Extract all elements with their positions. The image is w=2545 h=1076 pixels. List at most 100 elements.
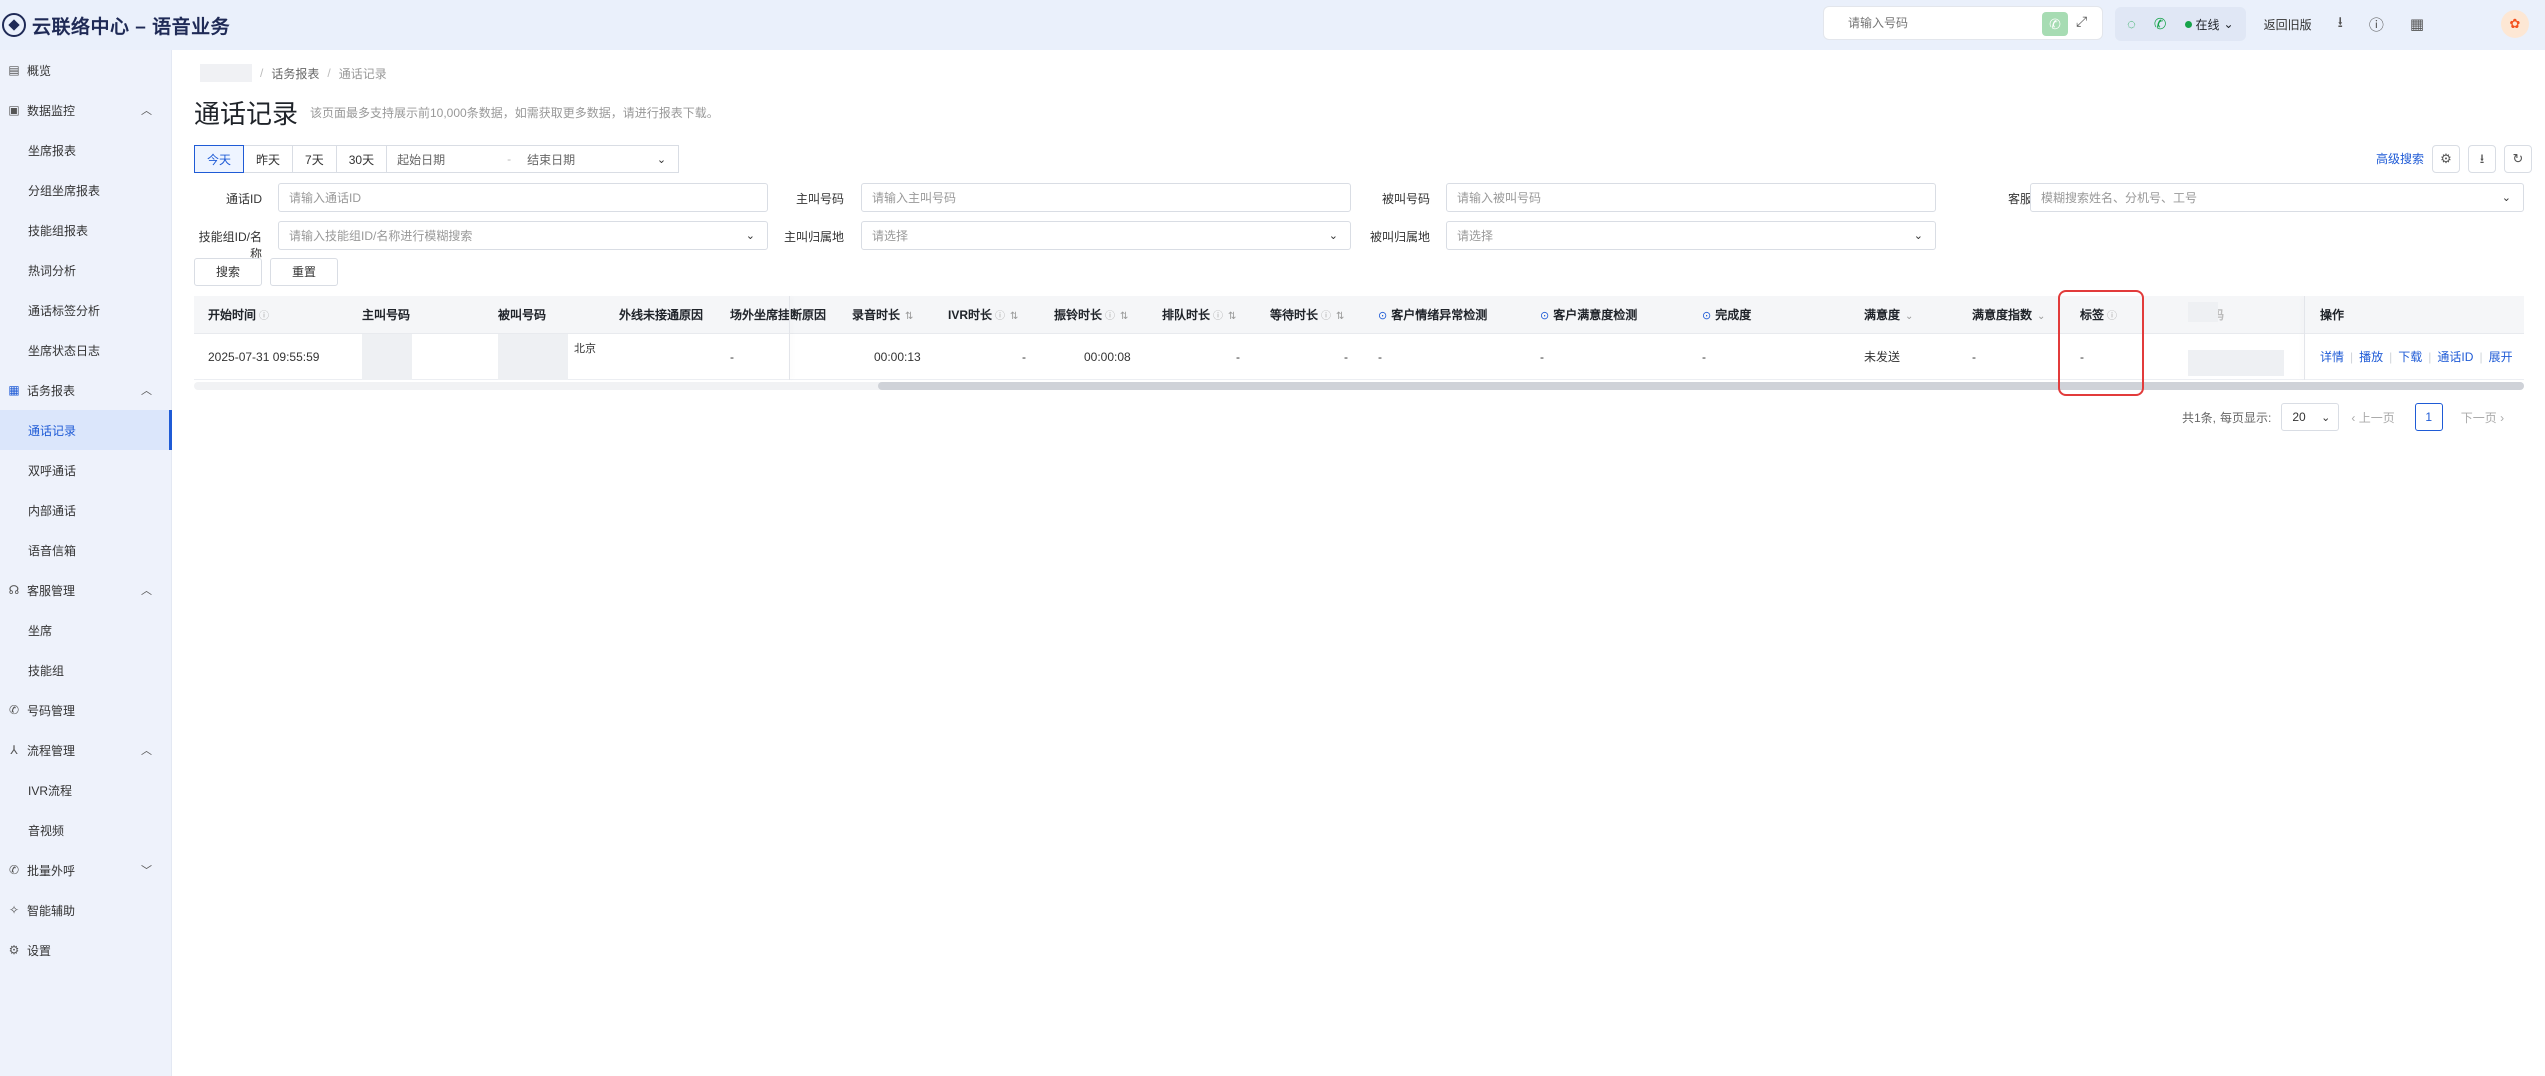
date-end-placeholder: 结束日期: [527, 152, 576, 167]
prev-page-button[interactable]: ‹ 上一页: [2351, 409, 2394, 426]
op-detail-link[interactable]: 详情: [2320, 350, 2344, 364]
callee-region-select[interactable]: 请选择 ⌄: [1446, 221, 1936, 250]
sidebar-item-ai-assist[interactable]: ✧ 智能辅助: [0, 890, 172, 930]
chevron-up-icon: ︿: [141, 585, 152, 597]
cell-record-dur: 00:00:13: [874, 350, 921, 364]
callee-label: 被叫号码: [1381, 192, 1430, 206]
refresh-icon[interactable]: ↻: [2504, 145, 2532, 173]
sidebar-item-number-mgmt[interactable]: ✆ 号码管理: [0, 690, 172, 730]
op-call-id-link[interactable]: 通话ID: [2437, 350, 2473, 364]
date-range-picker[interactable]: 起始日期 - 结束日期 ⌄: [387, 145, 680, 173]
sidebar-item-settings[interactable]: ⚙ 设置: [0, 930, 172, 970]
apps-grid-icon[interactable]: ▦: [2410, 15, 2424, 33]
tag-column-highlight: [2058, 290, 2144, 396]
chevron-down-icon: ⌄: [2501, 192, 2511, 204]
download-icon[interactable]: ⭳: [2468, 145, 2496, 173]
col-ring-dur[interactable]: 振铃时长 ⓘ ⇅: [1054, 296, 1128, 334]
help-icon[interactable]: ⓘ: [2369, 14, 2384, 35]
callee-region-label: 被叫归属地: [1369, 230, 1430, 244]
col-satisfaction[interactable]: 满意度 ⌄: [1864, 296, 1913, 334]
page-size-select[interactable]: 20 ⌄: [2281, 403, 2340, 431]
sidebar-item-tag-analysis[interactable]: 通话标签分析: [0, 290, 172, 330]
sidebar-item-group-agent-report[interactable]: 分组坐席报表: [0, 170, 172, 210]
skill-group-select[interactable]: 请输入技能组ID/名称进行模糊搜索 ⌄: [278, 221, 768, 250]
sidebar-item-label: 通话记录: [28, 423, 77, 438]
sidebar-item-agents[interactable]: 坐席: [0, 610, 172, 650]
sidebar-item-skill-report[interactable]: 技能组报表: [0, 210, 172, 250]
cell-wait-dur: -: [1344, 350, 1348, 364]
settings-icon[interactable]: ⚙: [2432, 145, 2460, 173]
cell-queue-dur: -: [1236, 350, 1240, 364]
cell-ring-dur: 00:00:08: [1084, 350, 1131, 364]
download-icon[interactable]: ⭳: [2338, 12, 2343, 37]
online-status-dropdown[interactable]: 在线 ⌄: [2184, 16, 2234, 33]
chevron-down-icon: ⌄: [745, 230, 755, 242]
table-row[interactable]: 2025-07-31 09:55:59 北京 - 00:00:13 - 00:0…: [194, 334, 2524, 380]
advanced-search-link[interactable]: 高级搜索: [2376, 150, 2424, 167]
sidebar-item-agent-log[interactable]: 坐席状态日志: [0, 330, 172, 370]
headset-icon: ☊: [8, 583, 20, 597]
old-version-link[interactable]: 返回旧版: [2264, 16, 2312, 33]
col-queue-dur[interactable]: 排队时长 ⓘ ⇅: [1162, 296, 1236, 334]
current-page[interactable]: 1: [2414, 403, 2443, 431]
quick-date-30d[interactable]: 30天: [336, 145, 388, 173]
quick-date-yesterday[interactable]: 昨天: [244, 145, 294, 173]
col-ivr-dur[interactable]: IVR时长 ⓘ ⇅: [948, 296, 1018, 334]
col-sat-index[interactable]: 满意度指数 ⌄: [1972, 296, 2045, 334]
chevron-up-icon: ︿: [141, 105, 152, 117]
sidebar-item-label: 音视频: [28, 823, 65, 838]
op-expand-link[interactable]: 展开: [2489, 350, 2513, 364]
sidebar-item-call-report[interactable]: ▦ 话务报表 ︿: [0, 370, 172, 410]
sidebar-item-call-records[interactable]: 通话记录: [0, 410, 172, 450]
col-start-time[interactable]: 开始时间 ⓘ: [208, 296, 269, 334]
help-icon: ⓘ: [1105, 311, 1116, 322]
avatar[interactable]: ✿: [2501, 10, 2529, 38]
caller-region-select[interactable]: 请选择 ⌄: [861, 221, 1351, 250]
cell-emotion: -: [1378, 350, 1382, 364]
expand-icon[interactable]: ⤢: [2076, 13, 2087, 30]
col-record-dur[interactable]: 录音时长 ⇅: [852, 296, 913, 334]
online-status-label: 在线: [2195, 17, 2220, 32]
sidebar-item-bulk-outbound[interactable]: ✆ 批量外呼 ﹀: [0, 850, 172, 890]
caller-input[interactable]: 请输入主叫号码: [861, 183, 1351, 212]
quick-date-7d[interactable]: 7天: [293, 145, 337, 173]
sidebar-item-dual-call[interactable]: 双呼通话: [0, 450, 172, 490]
op-download-link[interactable]: 下载: [2398, 350, 2422, 364]
scrollbar-thumb[interactable]: [878, 382, 2524, 390]
help-icon: ⓘ: [259, 311, 270, 322]
pagination-total: 共1条,: [2182, 410, 2217, 425]
sidebar-item-internal-call[interactable]: 内部通话: [0, 490, 172, 530]
call-records-table: 开始时间ⓘ 主叫号码 被叫号码 场外线未接通原因 场外坐席挂断原因 录音时长⇅ …: [194, 296, 2524, 390]
breadcrumb-redacted: [200, 64, 252, 82]
sidebar-item-ivr-flow[interactable]: IVR流程: [0, 770, 172, 810]
sort-icon: ⇅: [1336, 311, 1345, 322]
call-id-input[interactable]: 请输入通话ID: [278, 183, 768, 212]
sidebar-item-data-monitor[interactable]: ▣ 数据监控 ︿: [0, 90, 172, 130]
agent-select[interactable]: 模糊搜索姓名、分机号、工号 ⌄: [2030, 183, 2524, 212]
horizontal-scrollbar[interactable]: [194, 382, 2524, 390]
sidebar-item-av[interactable]: 音视频: [0, 810, 172, 850]
search-button[interactable]: 搜索: [194, 258, 262, 286]
sidebar-item-overview[interactable]: ▤ 概览: [0, 50, 172, 90]
chat-icon[interactable]: ◌: [2127, 16, 2136, 33]
chevron-down-icon: ⌄: [2223, 17, 2234, 31]
main-content: / 话务报表 / 通话记录 通话记录 该页面最多支持展示前10,000条数据，如…: [172, 50, 2545, 1076]
sidebar-item-voicemail[interactable]: 语音信箱: [0, 530, 172, 570]
quick-date-today[interactable]: 今天: [194, 145, 245, 173]
phone-outline-icon[interactable]: ✆: [2154, 15, 2167, 33]
sidebar-item-hotword[interactable]: 热词分析: [0, 250, 172, 290]
col-wait-dur[interactable]: 等待时长 ⓘ ⇅: [1270, 296, 1344, 334]
reset-button[interactable]: 重置: [270, 258, 338, 286]
call-button[interactable]: ✆: [2042, 12, 2068, 36]
sidebar-item-flow-mgmt[interactable]: ⅄ 流程管理 ︿: [0, 730, 172, 770]
op-play-link[interactable]: 播放: [2359, 350, 2383, 364]
phone-number-input[interactable]: [1824, 16, 2029, 30]
breadcrumb-item[interactable]: 话务报表: [271, 65, 319, 82]
sidebar-item-service-mgmt[interactable]: ☊ 客服管理 ︿: [0, 570, 172, 610]
sidebar-item-agent-report[interactable]: 坐席报表: [0, 130, 172, 170]
cell-sat-index: -: [1972, 350, 1976, 364]
col-callee: 被叫号码: [498, 308, 547, 322]
next-page-button[interactable]: 下一页 ›: [2461, 409, 2504, 426]
sidebar-item-skill-groups[interactable]: 技能组: [0, 650, 172, 690]
callee-input[interactable]: 请输入被叫号码: [1446, 183, 1936, 212]
